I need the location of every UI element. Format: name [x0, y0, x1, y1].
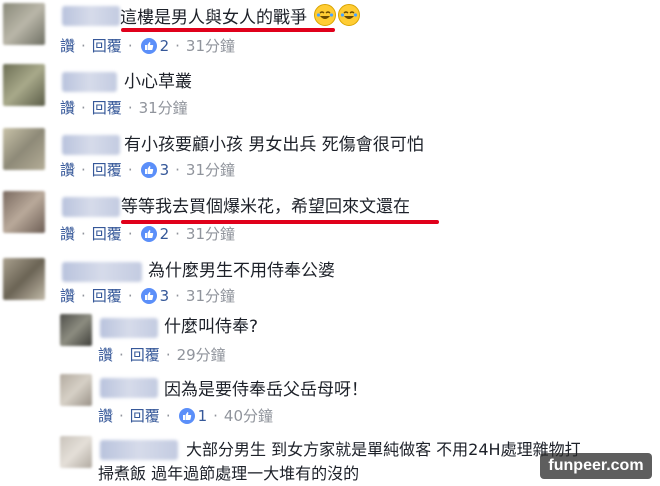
like-count[interactable]: 3	[160, 286, 170, 306]
like-button[interactable]: 讚	[98, 345, 113, 365]
timestamp[interactable]: 40分鐘	[224, 406, 273, 426]
like-button[interactable]: 讚	[60, 98, 75, 118]
comment-actions: 讚 · 回覆 · 1 · 40分鐘	[98, 406, 274, 426]
reply-button[interactable]: 回覆	[92, 36, 122, 56]
avatar[interactable]	[3, 191, 45, 233]
highlight-underline	[121, 28, 335, 32]
like-button[interactable]: 讚	[60, 36, 75, 56]
comment-actions: 讚 · 回覆 · 3 · 31分鐘	[60, 286, 236, 306]
reply-button[interactable]: 回覆	[130, 406, 160, 426]
comment-text: 有小孩要顧小孩 男女出兵 死傷會很可怕	[124, 135, 424, 155]
commenter-name[interactable]	[100, 318, 158, 338]
reply-button[interactable]: 回覆	[130, 345, 160, 365]
avatar[interactable]	[60, 314, 92, 346]
like-button[interactable]: 讚	[60, 286, 75, 306]
reply-button[interactable]: 回覆	[92, 224, 122, 244]
comment-text-line2: 掃煮飯 過年過節處理一大堆有的沒的	[98, 464, 360, 483]
timestamp[interactable]: 31分鐘	[186, 286, 235, 306]
commenter-name[interactable]	[62, 135, 120, 155]
avatar[interactable]	[3, 128, 45, 170]
comment-actions: 讚 · 回覆 · 3 · 31分鐘	[60, 160, 236, 180]
comment-text: 這樓是男人與女人的戰爭	[120, 4, 361, 30]
avatar[interactable]	[60, 374, 92, 406]
like-count-icon[interactable]	[140, 226, 157, 242]
like-count-icon[interactable]	[140, 38, 157, 54]
comment-text: 等等我去買個爆米花，希望回來文還在	[121, 197, 410, 217]
comment-text: 大部分男生 到女方家就是單純做客 不用24H處理雜物打	[186, 440, 581, 459]
like-button[interactable]: 讚	[98, 406, 113, 426]
timestamp[interactable]: 31分鐘	[186, 160, 235, 180]
comment-text: 小心草叢	[124, 72, 192, 92]
watermark-logo: funpeer.com	[540, 453, 652, 479]
like-count[interactable]: 2	[160, 224, 170, 244]
reply-button[interactable]: 回覆	[92, 98, 122, 118]
timestamp[interactable]: 31分鐘	[186, 36, 235, 56]
avatar[interactable]	[3, 3, 45, 45]
like-count-icon[interactable]	[140, 162, 157, 178]
laughing-tears-emoji-icon	[314, 4, 337, 26]
reply-button[interactable]: 回覆	[92, 286, 122, 306]
comment-text: 什麼叫侍奉?	[164, 317, 259, 337]
commenter-name[interactable]	[62, 6, 120, 26]
comment-text-content: 這樓是男人與女人的戰爭	[120, 8, 307, 28]
timestamp[interactable]: 31分鐘	[186, 224, 235, 244]
timestamp[interactable]: 29分鐘	[177, 345, 226, 365]
like-count[interactable]: 2	[160, 36, 170, 56]
timestamp[interactable]: 31分鐘	[139, 98, 188, 118]
comment-text: 因為是要侍奉岳父岳母呀！	[164, 380, 368, 400]
laughing-tears-emoji-icon	[338, 4, 361, 26]
like-count-icon[interactable]	[178, 408, 195, 424]
commenter-name[interactable]	[62, 72, 117, 92]
avatar[interactable]	[3, 258, 45, 300]
avatar[interactable]	[3, 64, 45, 106]
like-button[interactable]: 讚	[60, 224, 75, 244]
reply-button[interactable]: 回覆	[92, 160, 122, 180]
comment-actions: 讚 · 回覆 · 2 · 31分鐘	[60, 36, 236, 56]
like-count[interactable]: 1	[198, 406, 208, 426]
like-count[interactable]: 3	[160, 160, 170, 180]
comment-actions: 讚 · 回覆 · 2 · 31分鐘	[60, 224, 236, 244]
commenter-name[interactable]	[62, 197, 120, 217]
commenter-name[interactable]	[100, 440, 178, 460]
comment-actions: 讚 · 回覆 · 31分鐘	[60, 98, 188, 118]
comment-text: 為什麼男生不用侍奉公婆	[148, 261, 335, 281]
avatar[interactable]	[60, 436, 92, 468]
commenter-name[interactable]	[62, 262, 142, 282]
commenter-name[interactable]	[100, 378, 158, 398]
like-button[interactable]: 讚	[60, 160, 75, 180]
like-count-icon[interactable]	[140, 288, 157, 304]
comment-actions: 讚 · 回覆 · 29分鐘	[98, 345, 226, 365]
